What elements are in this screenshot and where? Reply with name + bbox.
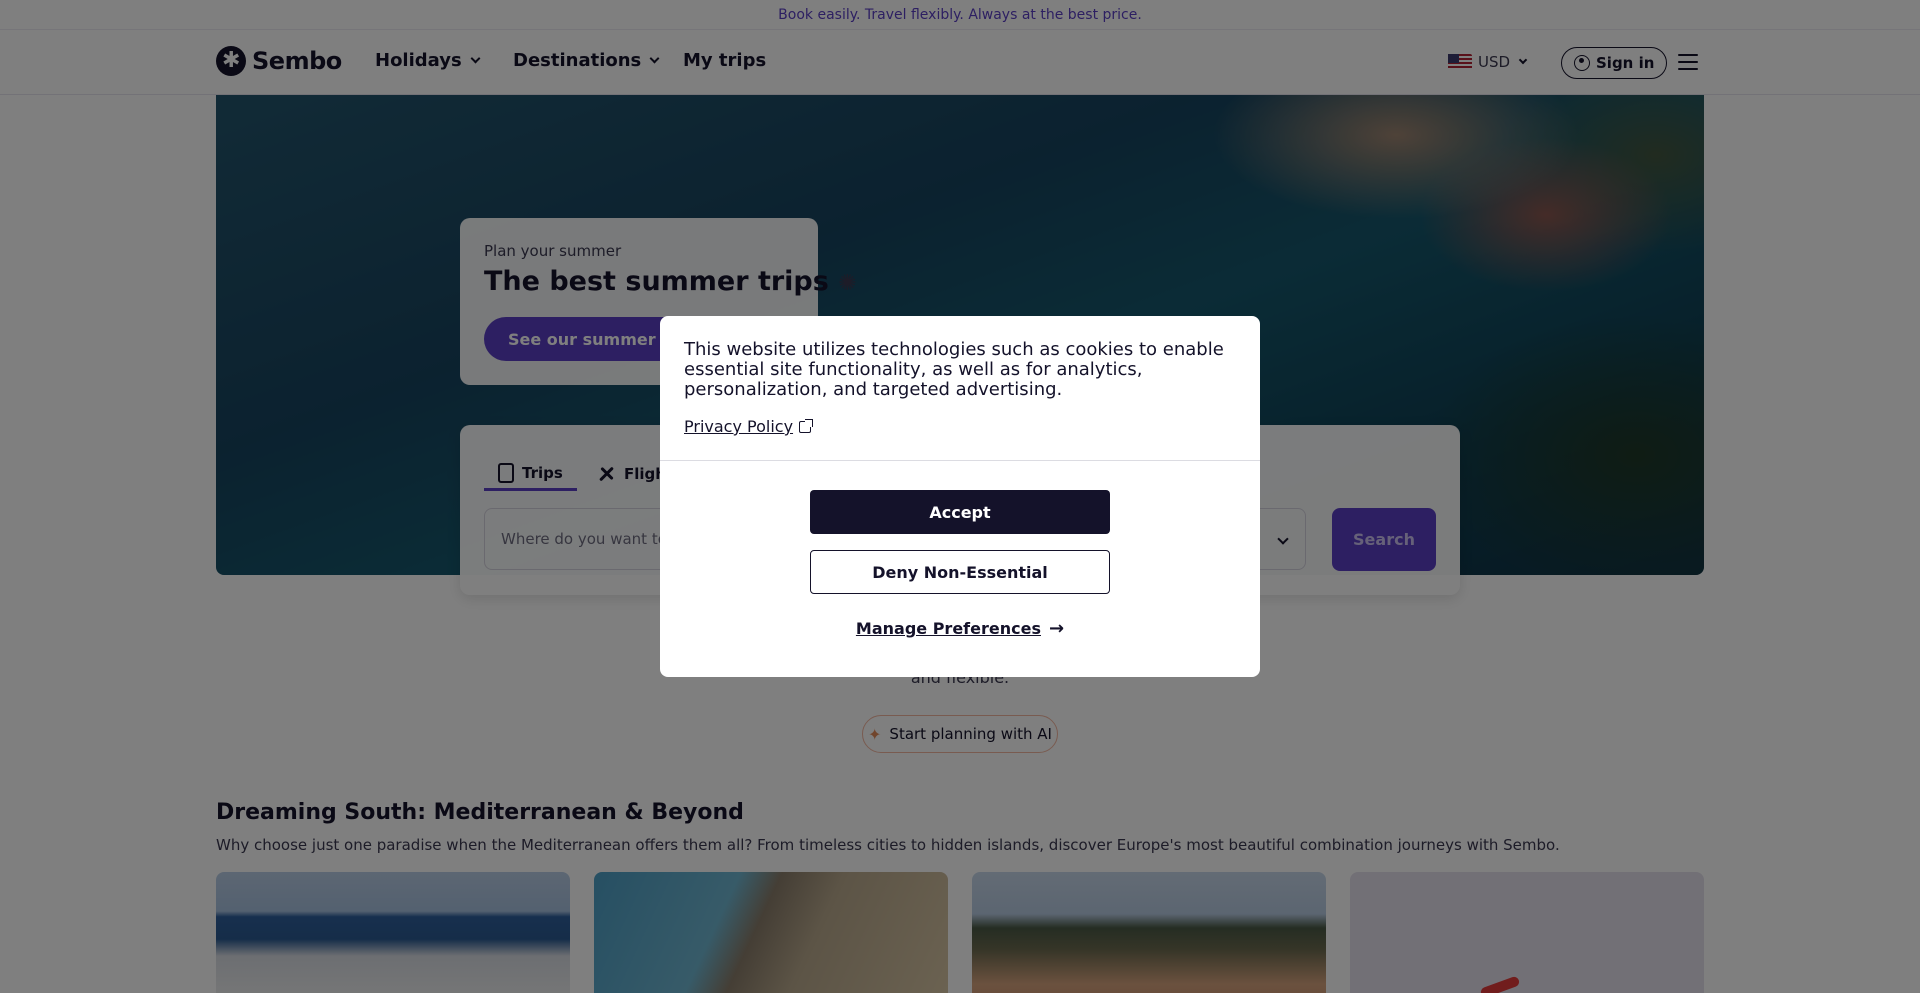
deny-non-essential-button[interactable]: Deny Non-Essential [810,550,1110,594]
cookie-consent-modal: This website utilizes technologies such … [660,316,1260,677]
privacy-policy-link[interactable]: Privacy Policy [684,417,814,436]
manage-preferences-link[interactable]: Manage Preferences → [660,619,1260,638]
manage-preferences-label: Manage Preferences [855,619,1041,638]
cookie-message: This website utilizes technologies such … [684,339,1224,400]
arrow-right-icon: → [1048,617,1065,639]
external-link-icon [799,418,814,433]
privacy-policy-label: Privacy Policy [684,417,794,436]
accept-button[interactable]: Accept [810,490,1110,534]
modal-divider [660,460,1260,461]
